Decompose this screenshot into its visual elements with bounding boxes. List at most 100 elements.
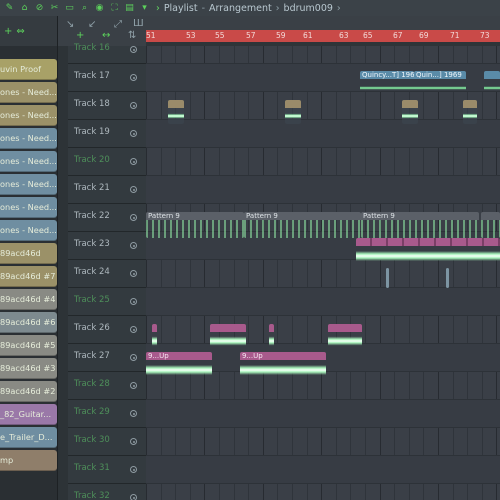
track-mute-icon[interactable] (130, 326, 137, 333)
channel-label: 89acd46d #2 (0, 386, 56, 396)
pattern-clip[interactable]: Pattern 9 (361, 212, 479, 238)
track-header[interactable]: Track 21 (68, 176, 146, 204)
track-header[interactable]: Track 24 (68, 260, 146, 288)
audio-clip[interactable] (386, 268, 389, 288)
track-header[interactable]: Track 30 (68, 428, 146, 456)
audio-clip[interactable] (484, 71, 500, 97)
track-mute-icon[interactable] (130, 74, 137, 81)
scroll-icon[interactable]: ⛶ (109, 3, 120, 14)
audio-clip[interactable] (402, 100, 418, 124)
track-header[interactable]: Track 22 (68, 204, 146, 232)
track-mute-icon[interactable] (130, 214, 137, 221)
breadcrumb-separator: - (201, 2, 206, 14)
channel-button[interactable]: e_Trailer_D... (0, 427, 57, 448)
channel-button[interactable]: 89acd46d #5 (0, 335, 57, 356)
audio-clip-quin[interactable]: Quin...] 1969 (414, 71, 466, 97)
track-mute-icon[interactable] (130, 102, 137, 109)
track-header[interactable]: Track 29 (68, 400, 146, 428)
channel-button[interactable]: 89acd46d #6 (0, 312, 57, 333)
track-mute-icon[interactable] (130, 298, 137, 305)
add-icon[interactable]: + (4, 26, 12, 37)
track-mute-icon[interactable] (130, 158, 137, 165)
audio-clip[interactable] (328, 324, 362, 350)
track-mute-icon[interactable] (130, 466, 137, 473)
channel-button[interactable]: ones - Need... (0, 105, 57, 126)
track-mute-icon[interactable] (130, 494, 137, 500)
transfer-icon[interactable]: ⇔ (16, 26, 24, 37)
timeline-ruler[interactable]: 51 53 55 57 59 61 63 65 67 69 71 73 (146, 30, 500, 42)
channel-button[interactable]: 89acd46d #4 (0, 289, 57, 310)
audio-clip-quincy[interactable]: Quincy...T] 1969 (360, 71, 414, 97)
track-mute-icon[interactable] (130, 438, 137, 445)
track-name: Track 21 (74, 183, 110, 193)
track-header[interactable]: Track 26 (68, 316, 146, 344)
channel-button[interactable]: 89acd46d (0, 243, 57, 264)
playlist-grid[interactable]: Quincy...T] 1969 Quin...] 1969 Pattern 9… (146, 46, 500, 500)
mute-icon[interactable]: ⊘ (34, 3, 45, 14)
track-header[interactable]: Track 32 (68, 484, 146, 500)
channel-button[interactable]: _82_Guitar... (0, 404, 57, 425)
track-mute-icon[interactable] (130, 270, 137, 277)
audio-clip[interactable] (152, 324, 157, 350)
track-header[interactable]: Track 31 (68, 456, 146, 484)
select-icon[interactable]: ▭ (64, 3, 75, 14)
track-name: Track 29 (74, 407, 110, 417)
channel-button[interactable]: 89acd46d #2 (0, 381, 57, 402)
down-arrow-icon[interactable]: ▾ (139, 3, 150, 14)
mute-icon[interactable]: ↙ (88, 19, 96, 30)
audio-clip[interactable] (269, 324, 274, 350)
channel-button[interactable]: ones - Need... (0, 197, 57, 218)
channel-button[interactable]: ones - Need... (0, 174, 57, 195)
magnet-icon[interactable]: ⌂ (19, 3, 30, 14)
track-mute-icon[interactable] (130, 186, 137, 193)
audio-clip[interactable] (210, 324, 246, 350)
track-header[interactable]: Track 20 (68, 148, 146, 176)
audio-clip-group[interactable] (356, 238, 500, 266)
channel-button[interactable]: ones - Need... (0, 220, 57, 241)
pattern-clip[interactable] (481, 212, 500, 238)
mini-arrow-icon[interactable]: ↘ (66, 19, 74, 30)
audio-clip-up[interactable]: 9...Up (146, 352, 212, 380)
audio-clip[interactable] (446, 268, 449, 288)
stamp-icon[interactable]: ▤ (124, 3, 135, 14)
track-header[interactable]: Track 18 (68, 92, 146, 120)
arrow-icon[interactable]: ✎ (4, 3, 15, 14)
track-header[interactable]: Track 23 (68, 232, 146, 260)
channel-button[interactable]: ones - Need... (0, 151, 57, 172)
track-header[interactable]: Track 28 (68, 372, 146, 400)
channel-button[interactable]: ones - Need... (0, 82, 57, 103)
pattern-clip[interactable]: Pattern 9 (244, 212, 361, 238)
track-header[interactable]: Track 25 (68, 288, 146, 316)
track-scrollbar[interactable] (58, 46, 68, 500)
pattern-clip[interactable]: Pattern 9 (146, 212, 244, 238)
track-mute-icon[interactable] (130, 130, 137, 137)
slice-icon[interactable]: ✂ (49, 3, 60, 14)
channel-button[interactable]: mp (0, 450, 57, 471)
channel-button[interactable]: uvin Proof (0, 59, 57, 80)
breadcrumb-arrangement[interactable]: Arrangement (209, 3, 272, 14)
zoom-icon[interactable]: ⌕ (79, 3, 90, 14)
audio-clip[interactable] (463, 100, 477, 124)
track-name: Track 32 (74, 491, 110, 500)
audio-clip-up[interactable]: 9...Up (240, 352, 326, 380)
channel-button[interactable]: 89acd46d #3 (0, 358, 57, 379)
track-mute-icon[interactable] (130, 354, 137, 361)
track-mute-icon[interactable] (130, 382, 137, 389)
track-mute-icon[interactable] (130, 410, 137, 417)
track-mute-icon[interactable] (130, 242, 137, 249)
audio-clip[interactable] (285, 100, 301, 124)
audio-clip[interactable] (168, 100, 184, 124)
track-header[interactable]: Track 16 (68, 36, 146, 64)
breadcrumb-pattern[interactable]: bdrum009 (284, 3, 333, 14)
play-icon[interactable]: ◉ (94, 3, 105, 14)
track-header[interactable]: Track 17 (68, 64, 146, 92)
diagonal-icon[interactable]: ⤢ (114, 19, 122, 30)
track-header[interactable]: Track 27 (68, 344, 146, 372)
breadcrumb-playlist[interactable]: Playlist (164, 3, 198, 14)
menu-icon[interactable]: Ш (133, 18, 144, 29)
channel-label: 89acd46d #6 (0, 317, 56, 327)
channel-button[interactable]: ones - Need... (0, 128, 57, 149)
channel-button[interactable]: 89acd46d #7 (0, 266, 57, 287)
track-mute-icon[interactable] (130, 46, 137, 53)
track-header[interactable]: Track 19 (68, 120, 146, 148)
